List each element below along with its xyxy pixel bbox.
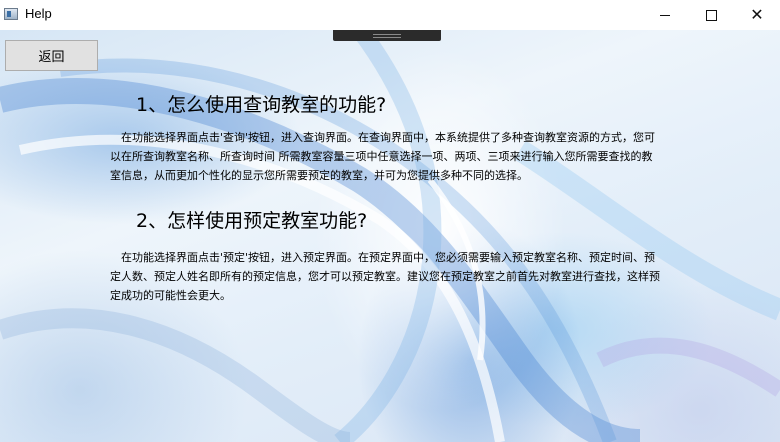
app-window-icon [4, 8, 18, 20]
close-button[interactable]: ✕ [734, 0, 780, 30]
close-icon: ✕ [750, 5, 764, 24]
back-button[interactable]: 返回 [5, 40, 98, 71]
minimize-icon [660, 14, 670, 16]
section-heading: 1、怎么使用查询教室的功能? [136, 94, 387, 116]
title-bar: Help ✕ [0, 0, 780, 30]
background-swirl-image [0, 30, 780, 442]
help-content-area: 返回 1、怎么使用查询教室的功能? 在功能选择界面点击'查询'按钮，进入查询界面… [0, 30, 780, 442]
section-body: 在功能选择界面点击'查询'按钮，进入查询界面。在查询界面中，本系统提供了多种查询… [110, 131, 656, 182]
drag-handle[interactable] [333, 30, 441, 41]
maximize-icon [705, 9, 717, 21]
maximize-button[interactable] [688, 0, 734, 30]
section-body: 在功能选择界面点击'预定'按钮，进入预定界面。在预定界面中，您必须需要输入预定教… [110, 251, 660, 302]
window-title: Help [25, 6, 52, 21]
minimize-button[interactable] [642, 0, 688, 30]
section-heading: 2、怎样使用预定教室功能? [136, 210, 368, 232]
